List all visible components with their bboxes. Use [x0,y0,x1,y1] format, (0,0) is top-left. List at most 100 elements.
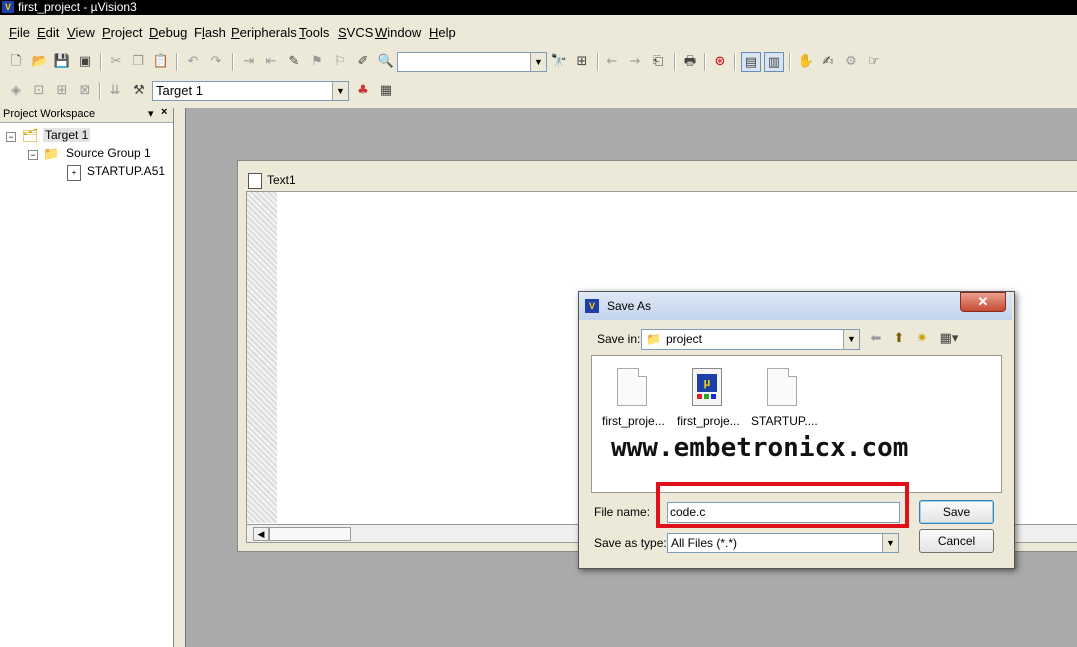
scrollbar-thumb[interactable] [269,527,351,541]
chevron-down-icon[interactable]: ▼ [843,330,859,349]
bookmark-clear-icon[interactable]: ✐ [353,52,373,72]
document-icon [248,173,262,189]
save-icon[interactable]: 💾 [52,52,72,72]
source-browser-icon[interactable]: ✋ [796,52,816,72]
menu-bar: File Edit View Project Debug Flash Peripherals… [0,20,1077,44]
menu-file[interactable]: File [9,25,30,40]
copy-icon[interactable]: ❐ [128,52,148,72]
new-folder-icon[interactable]: ✷ [912,329,932,349]
menu-view[interactable]: View [67,25,95,40]
indent-icon[interactable]: ⇥ [239,52,259,72]
file-name-value: code.c [670,505,706,519]
save-button[interactable]: Save [919,500,994,524]
stop-build-icon[interactable]: ⊠ [75,81,95,101]
tree-item-source-group[interactable]: Source Group 1 [66,146,151,160]
chevron-down-icon[interactable]: ▼ [332,82,348,100]
unindent-icon[interactable]: ⇤ [261,52,281,72]
chevron-down-icon[interactable]: ▼ [530,53,546,71]
navigate-back-icon[interactable]: ← [602,52,622,72]
components-icon[interactable]: ♣ [353,81,373,101]
up-folder-icon[interactable]: ⬆ [889,329,909,349]
tree-item-file[interactable]: STARTUP.A51 [87,164,165,178]
menu-flash[interactable]: Flash [194,25,226,40]
menu-peripherals[interactable]: Peripherals [231,25,297,40]
chevron-down-icon[interactable]: ▼ [882,534,898,552]
menu-svcs[interactable]: SVCS [338,25,373,40]
output-window-toggle-icon[interactable]: ▥ [764,52,784,72]
close-icon[interactable]: ✕ [960,292,1006,312]
project-workspace-header: Project Workspace ▾ × [0,106,173,123]
paste-icon[interactable]: 📋 [151,52,171,72]
menu-tools[interactable]: Tools [299,25,329,40]
file-extensions-icon[interactable]: ▦ [376,81,396,101]
project-workspace-panel [0,108,174,647]
bookmark-prev-icon[interactable]: ⚐ [330,52,350,72]
pin-icon[interactable]: ▾ [148,107,154,120]
uvision-project-icon: μ [692,368,722,406]
dialog-title: Save As [607,299,652,313]
workspace-toggle-icon[interactable]: ▤ [741,52,761,72]
find-in-files-icon[interactable]: 🔍 [376,52,396,72]
toolbar-main: 🗋 📂 💾 ▣ ✂ ❐ 📋 ↶ ↷ ⇥ ⇤ ✎ ⚑ ⚐ ✐ 🔍 ▼ 🔭 ⊞ ← … [0,50,1077,76]
navigate-forward-icon[interactable]: → [625,52,645,72]
view-menu-icon[interactable]: ▦▾ [936,329,962,349]
configure-icon[interactable]: ✍ [818,52,838,72]
title-bar: V first_project - µVision3 [0,0,1077,15]
find-combo[interactable]: ▼ [397,52,547,72]
new-file-icon[interactable]: 🗋 [6,52,26,72]
asm-file-icon: + [67,165,81,181]
close-icon[interactable]: × [161,106,167,118]
editor-window-title: Text1 [267,173,296,187]
menu-edit[interactable]: Edit [37,25,59,40]
collapse-icon[interactable]: − [6,132,16,142]
save-in-select[interactable]: 📁 project ▼ [641,329,860,350]
browse-icon[interactable]: ⎗ [648,52,668,72]
help-icon[interactable]: ☞ [864,52,884,72]
document-icon [767,368,797,406]
find-icon[interactable]: 🔭 [549,52,569,72]
debug-session-icon[interactable]: ⊛ [710,52,730,72]
file-item-label[interactable]: first_proje... [602,414,665,428]
menu-window[interactable]: Window [375,25,421,40]
bookmark-toggle-icon[interactable]: ✎ [284,52,304,72]
file-name-input[interactable]: code.c [667,502,900,523]
menu-debug[interactable]: Debug [149,25,187,40]
watermark-text: www.embetronicx.com [611,433,909,463]
folder-icon: 📁 [646,332,661,346]
target-options-icon[interactable]: ⚒ [129,81,149,101]
scroll-left-icon[interactable]: ◀ [253,527,269,541]
save-all-icon[interactable]: ▣ [75,52,95,72]
tree-item-target[interactable]: Target 1 [43,128,91,142]
target-select-value: Target 1 [156,83,203,98]
menu-project[interactable]: Project [102,25,142,40]
build-target-icon[interactable]: ⊡ [29,81,49,101]
redo-icon[interactable]: ↷ [206,52,226,72]
bookmark-next-icon[interactable]: ⚑ [307,52,327,72]
open-folder-icon[interactable]: 📂 [30,52,50,72]
menu-help[interactable]: Help [429,25,456,40]
collapse-icon[interactable]: − [28,150,38,160]
translate-icon[interactable]: ◈ [6,81,26,101]
undo-icon[interactable]: ↶ [183,52,203,72]
download-icon[interactable]: ⇊ [105,81,125,101]
cut-icon[interactable]: ✂ [106,52,126,72]
save-in-label: Save in: [597,332,641,346]
print-icon[interactable]: 🖶 [680,52,700,72]
save-type-value: All Files (*.*) [671,536,738,550]
incremental-find-icon[interactable]: ⊞ [572,52,592,72]
cancel-button[interactable]: Cancel [919,529,994,553]
rebuild-all-icon[interactable]: ⊞ [52,81,72,101]
file-item-label[interactable]: STARTUP.... [751,414,818,428]
tools-icon[interactable]: ⚙ [841,52,861,72]
target-select[interactable]: Target 1 ▼ [152,81,349,101]
dialog-title-bar: V Save As [579,292,1012,320]
save-type-select[interactable]: All Files (*.*) ▼ [667,533,899,553]
uvision-logo-icon: V [2,1,14,13]
save-in-value: project [666,332,703,346]
save-type-label: Save as type: [594,536,667,550]
toolbar-build: ◈ ⊡ ⊞ ⊠ ⇊ ⚒ Target 1 ▼ ♣ ▦ [0,80,1077,104]
file-name-label: File name: [594,505,651,519]
file-item-label[interactable]: first_proje... [677,414,740,428]
back-arrow-icon[interactable]: ⬅ [866,329,886,349]
uvision-logo-icon: V [585,299,599,313]
